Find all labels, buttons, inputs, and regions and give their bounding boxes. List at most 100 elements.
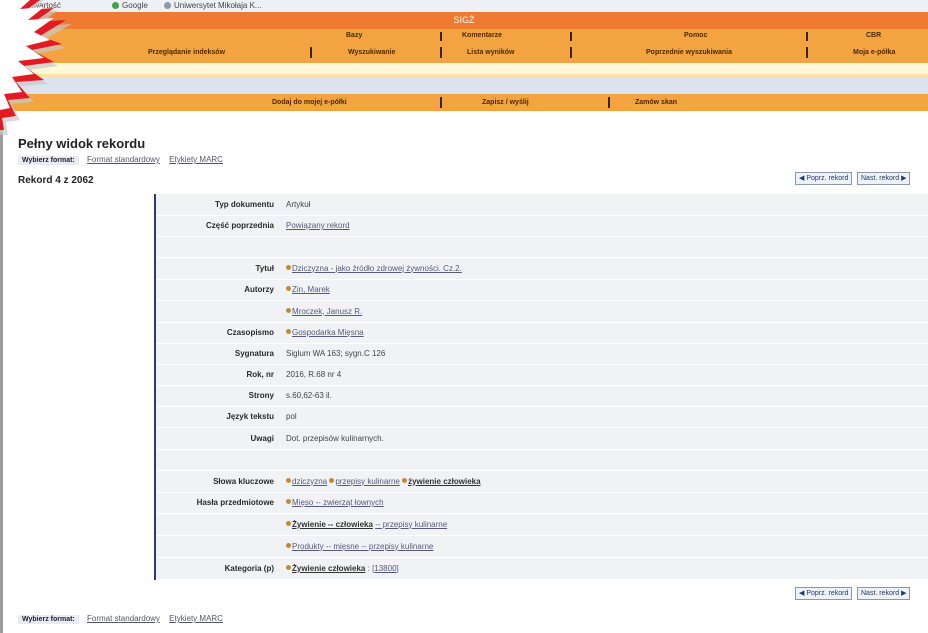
format-selector-bottom: Wybierz format: Format standardowy Etyki… <box>18 614 230 624</box>
nav-moja-epolka[interactable]: Moja e-półka <box>853 43 895 63</box>
nav-wyszukiwanie[interactable]: Wyszukiwanie <box>348 43 395 63</box>
table-row: Tytuł Dziczyzna - jako źródło zdrowej ży… <box>155 257 928 280</box>
table-row: Kategoria (p) Żywienie człowieka : [1380… <box>155 557 928 580</box>
table-row: Sygnatura Siglum WA 163; sygn.C 126 <box>155 343 928 365</box>
table-row: Autorzy Zin, Marek <box>155 279 928 301</box>
nav-divider <box>570 47 572 58</box>
field-label: Tytuł <box>155 257 280 280</box>
bullet-icon <box>286 499 291 504</box>
bookmark-label: Uniwersytet Mikołaja K... <box>174 1 262 10</box>
bullet-icon <box>402 477 408 483</box>
table-row: Język tekstu pol <box>155 406 928 428</box>
journal-link[interactable]: Gospodarka Mięsna <box>292 328 364 337</box>
nav-cbr[interactable]: CBR <box>866 29 881 43</box>
field-label: Część poprzednia <box>155 215 280 237</box>
prev-record-button[interactable]: ◀ Poprz. rekord <box>795 172 853 185</box>
format-standard-link[interactable]: Format standardowy <box>87 614 160 623</box>
action-divider <box>608 97 610 108</box>
category-link[interactable]: Żywienie człowieka <box>292 564 365 573</box>
field-label: Strony <box>155 385 280 407</box>
bullet-icon <box>286 542 291 548</box>
nav-pomoc[interactable]: Pomoc <box>684 29 707 43</box>
next-record-button[interactable]: Nast. rekord ▶ <box>857 587 911 600</box>
nav-row-top: Bazy Komentarze Pomoc CBR <box>0 29 928 43</box>
table-row: Słowa kluczowe dziczyzna przepisy kulina… <box>155 470 928 493</box>
page-title: Pełny widok rekordu <box>18 136 146 151</box>
save-send-button[interactable]: Zapisz / wyślij <box>482 94 529 111</box>
field-label: Rok, nr <box>155 364 280 386</box>
table-row: Mroczek, Janusz R. <box>155 300 928 323</box>
field-label: Typ dokumentu <box>155 194 280 216</box>
field-label: Czasopismo <box>155 322 280 344</box>
keyword-link[interactable]: przepisy kulinarne <box>335 477 399 486</box>
field-value: Dot. przepisów kulinarnych. <box>280 427 928 450</box>
prev-record-button[interactable]: ◀ Poprz. rekord <box>795 587 853 600</box>
format-label: Wybierz format: <box>18 156 79 165</box>
nav-komentarze[interactable]: Komentarze <box>462 29 502 43</box>
nav-divider <box>310 47 312 58</box>
site-brand: SIGŻ <box>0 12 928 29</box>
format-selector-top: Wybierz format: Format standardowy Etyki… <box>18 155 230 165</box>
bullet-icon <box>286 286 291 291</box>
nav-row-bottom: Przeglądanie indeksów Wyszukiwanie Lista… <box>0 43 928 63</box>
nav-divider <box>440 47 442 58</box>
field-value: s.60,62-63 il. <box>280 385 928 407</box>
format-marc-link[interactable]: Etykiety MARC <box>169 155 223 164</box>
brand-label: SIGŻ <box>453 15 475 25</box>
table-row <box>155 449 928 471</box>
nav-divider <box>440 32 442 41</box>
add-to-shelf-button[interactable]: Dodaj do mojej e-półki <box>272 94 347 111</box>
related-record-link[interactable]: Powiązany rekord <box>286 221 350 230</box>
bookmark-icon <box>164 2 171 9</box>
subject-link[interactable]: Produkty -- mięsne -- przepisy kulinarne <box>292 542 433 551</box>
starburst-graphic <box>0 0 72 135</box>
next-record-button[interactable]: Nast. rekord ▶ <box>857 172 911 185</box>
header-band <box>0 63 928 74</box>
bullet-icon <box>286 329 291 334</box>
table-row: Uwagi Dot. przepisów kulinarnych. <box>155 427 928 450</box>
field-value: 2016, R.68 nr 4 <box>280 364 928 386</box>
keyword-link[interactable]: dziczyzna <box>292 477 327 486</box>
field-label: Słowa kluczowe <box>155 470 280 493</box>
field-value: Siglum WA 163; sygn.C 126 <box>280 343 928 365</box>
field-label: Kategoria (p) <box>155 557 280 580</box>
subject-link[interactable]: Żywienie -- człowieka <box>292 520 373 529</box>
nav-divider <box>570 32 572 41</box>
subject-link[interactable]: Mięso -- zwierząt łownych <box>292 498 384 507</box>
bookmark-3[interactable]: Uniwersytet Mikołaja K... <box>164 0 262 11</box>
format-standard-link[interactable]: Format standardowy <box>87 155 160 164</box>
field-label: Język tekstu <box>155 406 280 428</box>
bullet-icon <box>286 264 291 270</box>
format-label: Wybierz format: <box>18 615 79 624</box>
header-band <box>0 77 928 94</box>
table-row: Hasła przedmiotowe Mięso -- zwierząt łow… <box>155 492 928 514</box>
order-scan-button[interactable]: Zamów skan <box>635 94 677 111</box>
nav-przegladanie-indeksow[interactable]: Przeglądanie indeksów <box>148 43 225 63</box>
table-row: Część poprzednia Powiązany rekord <box>155 215 928 237</box>
record-table: Typ dokumentu Artykuł Część poprzednia P… <box>154 194 928 580</box>
nav-poprzednie-wyszukiwania[interactable]: Poprzednie wyszukiwania <box>646 43 732 63</box>
table-row: Rok, nr 2016, R.68 nr 4 <box>155 364 928 386</box>
bullet-icon <box>286 477 291 483</box>
subject-link[interactable]: -- przepisy kulinarne <box>375 520 447 529</box>
action-bar: Dodaj do mojej e-półki Zapisz / wyślij Z… <box>0 94 928 111</box>
field-label: Uwagi <box>155 427 280 450</box>
title-link[interactable]: Dziczyzna - jako źródło zdrowej żywności… <box>292 264 462 273</box>
author-link[interactable]: Mroczek, Janusz R. <box>292 307 362 316</box>
keyword-link[interactable]: żywienie człowieka <box>408 477 480 486</box>
field-label: Sygnatura <box>155 343 280 365</box>
table-row: Strony s.60,62-63 il. <box>155 385 928 407</box>
table-row: Typ dokumentu Artykuł <box>155 194 928 216</box>
table-row: Żywienie -- człowieka -- przepisy kulina… <box>155 513 928 536</box>
action-divider <box>440 97 442 108</box>
bullet-icon <box>286 307 291 313</box>
bullet-icon <box>286 564 291 570</box>
bullet-icon <box>329 477 335 483</box>
nav-divider <box>806 32 808 41</box>
nav-lista-wynikow[interactable]: Lista wyników <box>467 43 514 63</box>
category-code-link[interactable]: [13800] <box>372 564 399 573</box>
format-marc-link[interactable]: Etykiety MARC <box>169 614 223 623</box>
table-row <box>155 236 928 258</box>
nav-bazy[interactable]: Bazy <box>346 29 362 43</box>
author-link[interactable]: Zin, Marek <box>292 285 330 294</box>
